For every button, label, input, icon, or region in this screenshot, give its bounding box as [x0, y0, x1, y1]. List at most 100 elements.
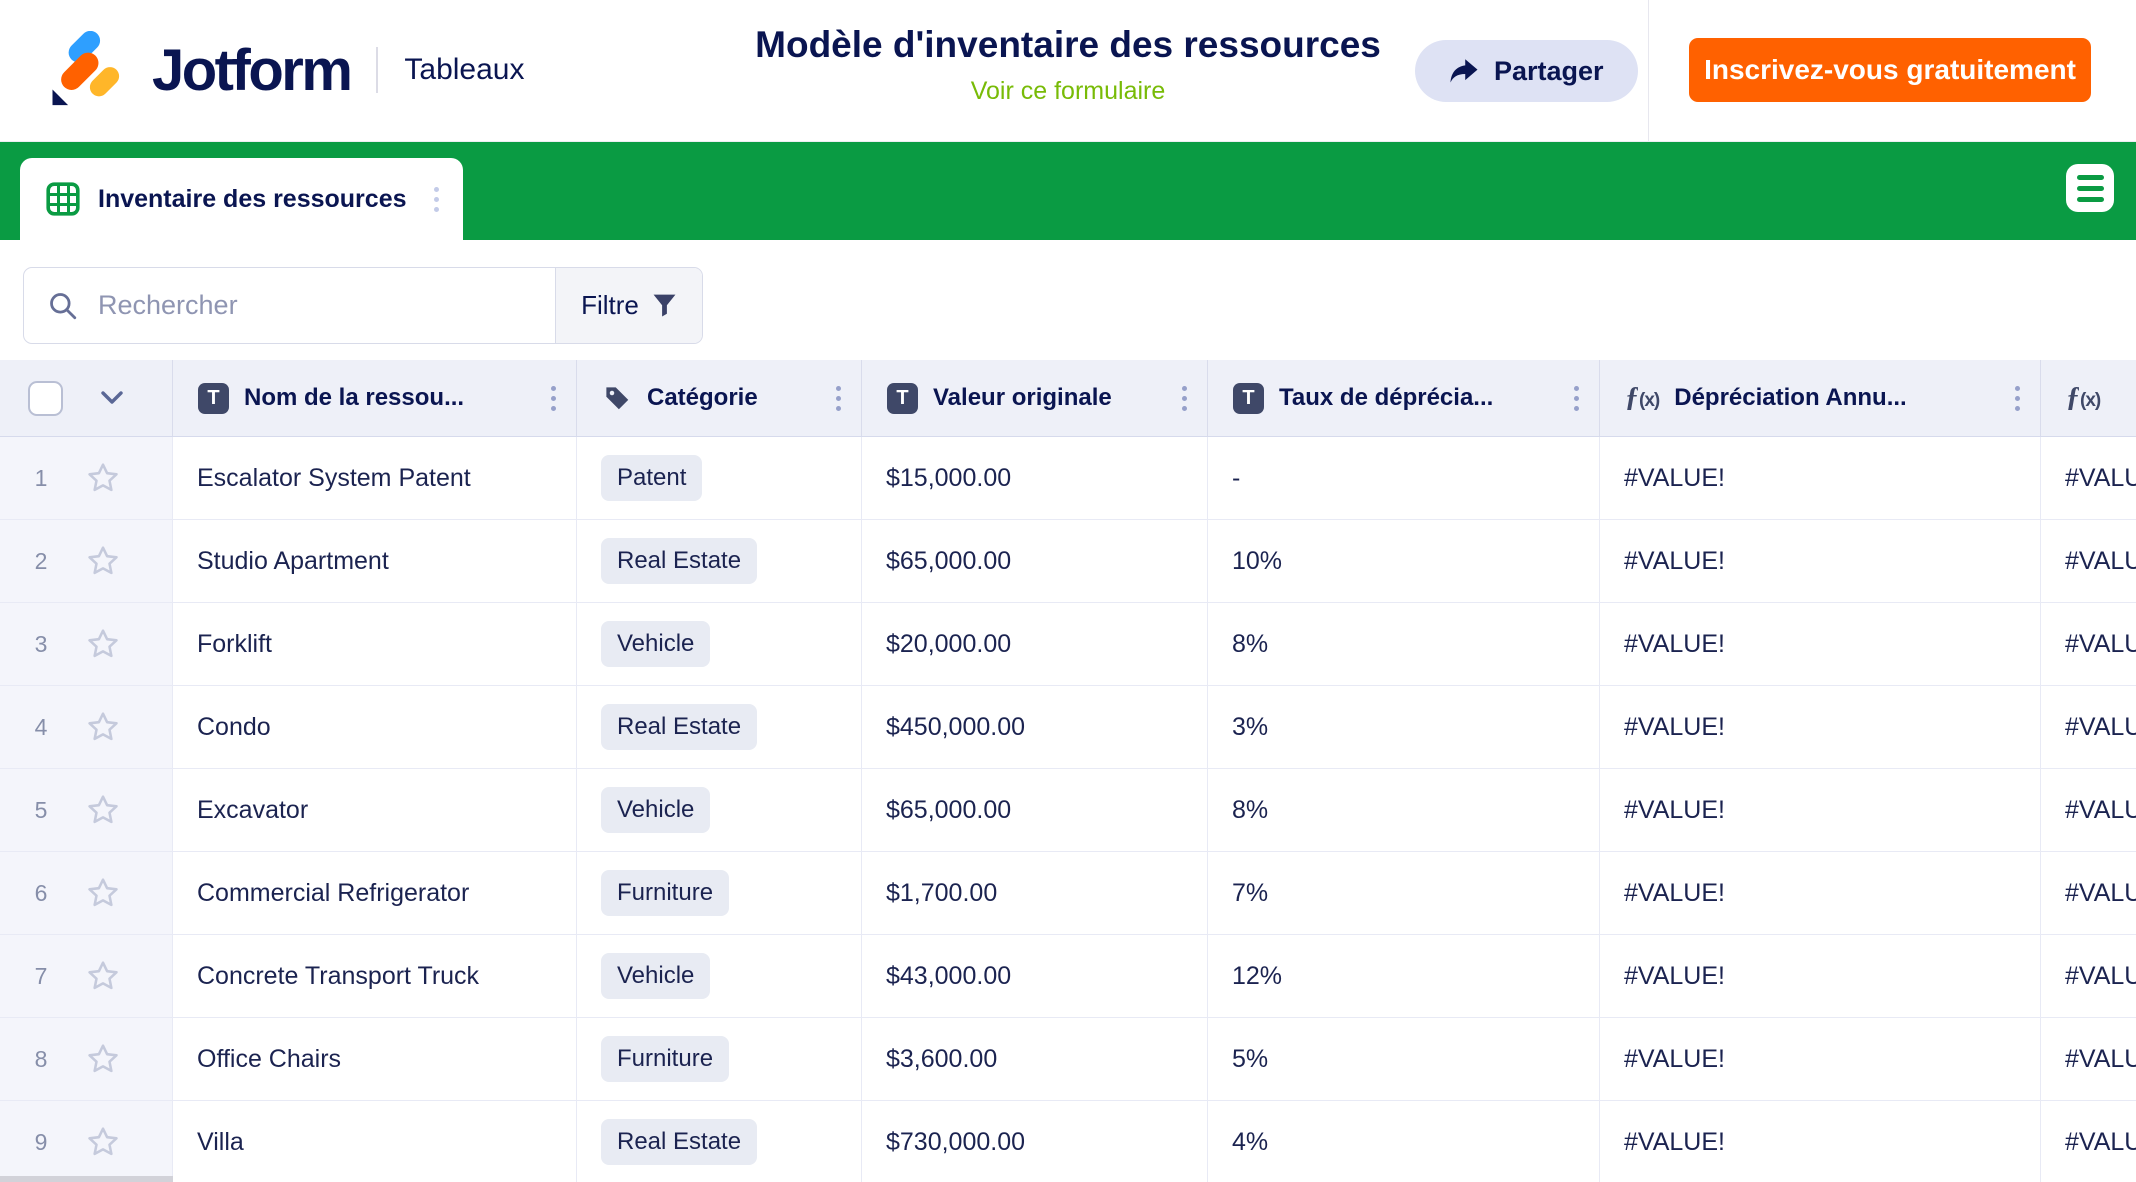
search-box[interactable]: [24, 268, 555, 343]
cell-original-value[interactable]: $65,000.00: [862, 520, 1208, 602]
cell-category[interactable]: Furniture: [577, 852, 862, 934]
cell-name[interactable]: Excavator: [173, 769, 577, 851]
favorite-star-icon[interactable]: [86, 1042, 120, 1076]
cell-current-value[interactable]: #VALUE!: [2041, 437, 2136, 519]
table-row: 6 Commercial Refrigerator Furniture $1,7…: [0, 852, 2136, 935]
cell-annual-depreciation[interactable]: #VALUE!: [1600, 437, 2041, 519]
cell-current-value[interactable]: #VALUE!: [2041, 935, 2136, 1017]
jotform-tables-page: Jotform Tableaux Modèle d'inventaire des…: [0, 0, 2136, 1182]
cell-category[interactable]: Real Estate: [577, 520, 862, 602]
cell-annual-depreciation[interactable]: #VALUE!: [1600, 1101, 2041, 1182]
favorite-star-icon[interactable]: [86, 1125, 120, 1159]
cell-category[interactable]: Furniture: [577, 1018, 862, 1100]
chevron-down-icon[interactable]: [101, 391, 123, 405]
tab-inventaire-des-ressources[interactable]: Inventaire des ressources: [20, 158, 463, 240]
cell-category[interactable]: Real Estate: [577, 1101, 862, 1182]
cell-original-value[interactable]: $3,600.00: [862, 1018, 1208, 1100]
filter-button[interactable]: Filtre: [555, 268, 702, 343]
sheet-menu-button[interactable]: [2066, 164, 2114, 212]
signup-label: Inscrivez-vous gratuitement: [1704, 54, 2076, 86]
column-header-original-value[interactable]: T Valeur originale: [862, 360, 1208, 436]
cell-current-value[interactable]: #VALUE!: [2041, 769, 2136, 851]
cell-original-value[interactable]: $15,000.00: [862, 437, 1208, 519]
cell-name[interactable]: Office Chairs: [173, 1018, 577, 1100]
cell-name[interactable]: Condo: [173, 686, 577, 768]
cell-name[interactable]: Escalator System Patent: [173, 437, 577, 519]
cell-annual-depreciation[interactable]: #VALUE!: [1600, 520, 2041, 602]
favorite-star-icon[interactable]: [86, 710, 120, 744]
row-number: 4: [28, 714, 54, 741]
table-row: 9 Villa Real Estate $730,000.00 4% #VALU…: [0, 1101, 2136, 1182]
column-header-annual-depreciation[interactable]: ƒ(x) Dépréciation Annu...: [1600, 360, 2041, 436]
brand[interactable]: Jotform Tableaux: [44, 28, 524, 112]
cell-current-value[interactable]: #VALUE!: [2041, 1018, 2136, 1100]
cell-category[interactable]: Real Estate: [577, 686, 862, 768]
column-header-name[interactable]: T Nom de la ressou...: [173, 360, 577, 436]
favorite-star-icon[interactable]: [86, 959, 120, 993]
column-kebab-icon[interactable]: [547, 380, 560, 417]
tab-options-kebab-icon[interactable]: [430, 181, 443, 218]
cell-depreciation-rate[interactable]: 8%: [1208, 769, 1600, 851]
column-kebab-icon[interactable]: [832, 380, 845, 417]
select-all-checkbox[interactable]: [28, 381, 63, 416]
cell-original-value[interactable]: $65,000.00: [862, 769, 1208, 851]
cell-annual-depreciation[interactable]: #VALUE!: [1600, 603, 2041, 685]
favorite-star-icon[interactable]: [86, 627, 120, 661]
cell-annual-depreciation[interactable]: #VALUE!: [1600, 686, 2041, 768]
column-kebab-icon[interactable]: [2011, 380, 2024, 417]
favorite-star-icon[interactable]: [86, 461, 120, 495]
cell-annual-depreciation[interactable]: #VALUE!: [1600, 935, 2041, 1017]
cell-depreciation-rate[interactable]: -: [1208, 437, 1600, 519]
favorite-star-icon[interactable]: [86, 793, 120, 827]
sheet-tab-bar: Inventaire des ressources: [0, 142, 2136, 240]
cell-name[interactable]: Commercial Refrigerator: [173, 852, 577, 934]
cell-depreciation-rate[interactable]: 10%: [1208, 520, 1600, 602]
row-gutter: 8: [0, 1018, 173, 1100]
cell-annual-depreciation[interactable]: #VALUE!: [1600, 1018, 2041, 1100]
search-input[interactable]: [98, 290, 531, 321]
cell-original-value[interactable]: $730,000.00: [862, 1101, 1208, 1182]
column-kebab-icon[interactable]: [1570, 380, 1583, 417]
category-badge: Vehicle: [601, 953, 710, 999]
cell-depreciation-rate[interactable]: 5%: [1208, 1018, 1600, 1100]
cell-original-value[interactable]: $43,000.00: [862, 935, 1208, 1017]
cell-current-value[interactable]: #VALUE!: [2041, 686, 2136, 768]
cell-depreciation-rate[interactable]: 8%: [1208, 603, 1600, 685]
cell-current-value[interactable]: #VALUE!: [2041, 520, 2136, 602]
cell-category[interactable]: Vehicle: [577, 769, 862, 851]
column-kebab-icon[interactable]: [1178, 380, 1191, 417]
formula-column-icon: ƒ(x): [1625, 382, 1659, 414]
cell-original-value[interactable]: $20,000.00: [862, 603, 1208, 685]
cell-depreciation-rate[interactable]: 7%: [1208, 852, 1600, 934]
cell-category[interactable]: Patent: [577, 437, 862, 519]
share-arrow-icon: [1449, 58, 1479, 85]
favorite-star-icon[interactable]: [86, 544, 120, 578]
cell-depreciation-rate[interactable]: 12%: [1208, 935, 1600, 1017]
favorite-star-icon[interactable]: [86, 876, 120, 910]
share-button[interactable]: Partager: [1415, 40, 1638, 102]
cell-name[interactable]: Concrete Transport Truck: [173, 935, 577, 1017]
cell-category[interactable]: Vehicle: [577, 603, 862, 685]
cell-current-value[interactable]: #VALUE!: [2041, 1101, 2136, 1182]
column-header-category[interactable]: Catégorie: [577, 360, 862, 436]
cell-current-value[interactable]: #VALUE!: [2041, 603, 2136, 685]
cell-depreciation-rate[interactable]: 3%: [1208, 686, 1600, 768]
cell-annual-depreciation[interactable]: #VALUE!: [1600, 769, 2041, 851]
signup-button[interactable]: Inscrivez-vous gratuitement: [1689, 38, 2091, 102]
cell-category[interactable]: Vehicle: [577, 935, 862, 1017]
cell-name[interactable]: Forklift: [173, 603, 577, 685]
horizontal-scrollbar-thumb[interactable]: [0, 1176, 173, 1182]
cell-depreciation-rate[interactable]: 4%: [1208, 1101, 1600, 1182]
cell-annual-depreciation[interactable]: #VALUE!: [1600, 852, 2041, 934]
cell-current-value[interactable]: #VALUE!: [2041, 852, 2136, 934]
column-header-depreciation-rate[interactable]: T Taux de déprécia...: [1208, 360, 1600, 436]
cell-name[interactable]: Villa: [173, 1101, 577, 1182]
category-badge: Real Estate: [601, 704, 757, 750]
cell-original-value[interactable]: $1,700.00: [862, 852, 1208, 934]
row-gutter: 1: [0, 437, 173, 519]
cell-original-value[interactable]: $450,000.00: [862, 686, 1208, 768]
cell-name[interactable]: Studio Apartment: [173, 520, 577, 602]
column-header-current-value[interactable]: ƒ(x) Va: [2041, 360, 2136, 436]
view-form-link[interactable]: Voir ce formulaire: [971, 77, 1166, 106]
category-badge: Real Estate: [601, 1119, 757, 1165]
